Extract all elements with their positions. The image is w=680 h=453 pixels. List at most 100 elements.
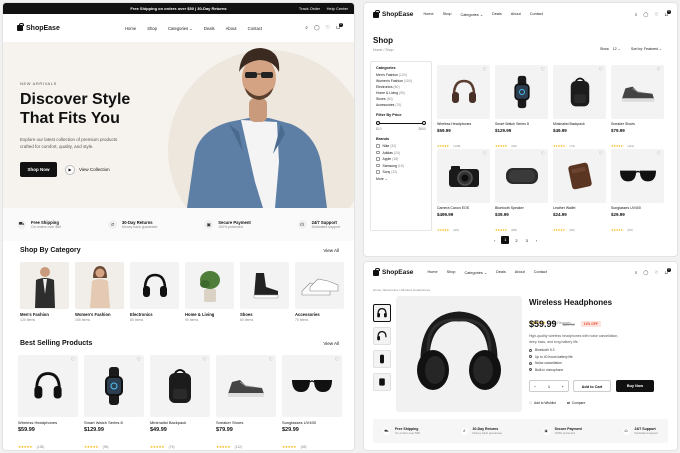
nav-contact[interactable]: Contact	[248, 26, 262, 31]
category-card-home[interactable]: Home & Living 90 items	[185, 262, 234, 322]
heart-icon[interactable]: ♡	[541, 151, 545, 157]
category-filter-item[interactable]: Electronics (80)	[376, 85, 426, 89]
heart-icon[interactable]: ♡	[599, 151, 603, 157]
track-order-link[interactable]: Track Order	[299, 6, 320, 11]
heart-icon[interactable]: ♡	[326, 25, 330, 31]
category-card-electronics[interactable]: Electronics 80 items	[130, 262, 179, 322]
product-card[interactable]: ♡ Sneaker Shoes $79.99 ★★★★★ (112)	[611, 65, 664, 152]
user-icon[interactable]: ◯	[643, 12, 648, 18]
user-icon[interactable]: ◯	[643, 270, 648, 276]
product-card[interactable]: ♡ Minimalist Backpack $49.99 ★★★★★ (74)	[150, 355, 210, 450]
heart-icon[interactable]: ♡	[483, 151, 487, 157]
heart-icon[interactable]: ♡	[599, 67, 603, 73]
minus-icon[interactable]: −	[534, 384, 536, 389]
buy-now-button[interactable]: Buy Now	[616, 380, 654, 392]
add-to-cart-button[interactable]: Add to Cart	[573, 380, 611, 392]
category-filter-item[interactable]: Women's Fashion (150)	[376, 79, 426, 83]
heart-icon[interactable]: ♡	[541, 67, 545, 73]
nav-deals[interactable]: Deals	[496, 270, 506, 275]
help-center-link[interactable]: Help Center	[327, 6, 348, 11]
nav-home[interactable]: Home	[423, 12, 433, 17]
category-card-shoes[interactable]: Shoes 60 items	[240, 262, 289, 322]
nav-shop[interactable]: Shop	[447, 270, 456, 275]
thumbnail[interactable]	[373, 327, 391, 345]
nav-home[interactable]: Home	[427, 270, 437, 275]
product-card[interactable]: ♡ Minimalist Backpack $49.99 ★★★★★ (74)	[553, 65, 606, 152]
heart-icon[interactable]: ♡	[483, 67, 487, 73]
product-card[interactable]: ♡ Sunglasses UV400 $29.99 ★★★★★ (65)	[282, 355, 342, 450]
nav-deals[interactable]: Deals	[492, 12, 502, 17]
best-selling-view-all-link[interactable]: View All	[323, 341, 339, 346]
prev-page-icon[interactable]: ‹	[494, 238, 495, 243]
thumbnail[interactable]	[373, 350, 391, 368]
search-icon[interactable]: ⌕	[305, 25, 308, 31]
nav-categories[interactable]: Categories ⌄	[464, 270, 487, 275]
product-card[interactable]: ♡ Camera Canon EOS $499.99 ★★★★★ (45)	[437, 149, 490, 236]
breadcrumb-electronics[interactable]: Electronics	[384, 288, 399, 292]
product-card[interactable]: ♡ Wireless Headphones $59.99 ★★★★★ (128)	[18, 355, 78, 450]
brand-checkbox[interactable]: Sony (12)	[376, 170, 426, 174]
breadcrumb-home[interactable]: Home	[373, 48, 382, 52]
nav-home[interactable]: Home	[125, 26, 136, 31]
more-brands-link[interactable]: More ⌄	[376, 177, 426, 181]
product-card[interactable]: ♡ Smart Watch Series 8 $129.99 ★★★★★ (96…	[495, 65, 548, 152]
product-card[interactable]: ♡ Wireless Headphones $59.99 ★★★★★ (128)	[437, 65, 490, 152]
user-icon[interactable]: ◯	[314, 25, 320, 31]
thumbnail[interactable]	[373, 373, 391, 391]
product-card[interactable]: ♡ Smart Watch Series 8 $129.99 ★★★★★ (96…	[84, 355, 144, 450]
shop-now-button[interactable]: Shop Now	[20, 162, 57, 177]
heart-icon[interactable]: ♡	[335, 357, 339, 363]
heart-icon[interactable]: ♡	[654, 12, 658, 18]
category-card-mens[interactable]: Men's Fashion 120 items	[20, 262, 69, 322]
search-icon[interactable]: ⌕	[635, 270, 638, 276]
product-card[interactable]: ♡ Sunglasses UV400 $29.99 ★★★★★ (65)	[611, 149, 664, 236]
category-filter-item[interactable]: Men's Fashion (120)	[376, 73, 426, 77]
brand-checkbox[interactable]: Apple (18)	[376, 157, 426, 161]
wishlist-link[interactable]: ♡ Add to Wishlist	[529, 401, 556, 405]
cart-icon[interactable]: ⊔ 0	[664, 267, 671, 276]
nav-categories[interactable]: Categories ⌄	[168, 26, 193, 31]
price-slider-min-handle[interactable]	[376, 121, 380, 125]
heart-icon[interactable]: ♡	[657, 67, 661, 73]
cart-icon[interactable]: ⊔ 0	[664, 9, 671, 18]
brand-checkbox[interactable]: Samsung (15)	[376, 164, 426, 168]
brand-checkbox[interactable]: Adidas (24)	[376, 151, 426, 155]
quantity-stepper[interactable]: − 1 +	[529, 380, 569, 392]
brand-logo[interactable]: ShopEase	[373, 267, 413, 276]
price-range-slider[interactable]	[376, 121, 426, 125]
category-filter-item[interactable]: Home & Living (90)	[376, 91, 426, 95]
brand-logo[interactable]: ShopEase	[17, 23, 60, 32]
page-3[interactable]: 3	[526, 238, 528, 243]
nav-about[interactable]: About	[226, 26, 237, 31]
sort-select[interactable]: Sort by: Featured ⌄	[631, 47, 662, 51]
nav-categories[interactable]: Categories ⌄	[460, 12, 483, 17]
plus-icon[interactable]: +	[562, 384, 564, 389]
search-icon[interactable]: ⌕	[635, 12, 638, 18]
page-1[interactable]: 1	[501, 236, 510, 244]
heart-icon[interactable]: ♡	[71, 357, 75, 363]
show-select[interactable]: Show 12 ⌄	[600, 47, 621, 51]
nav-about[interactable]: About	[511, 12, 521, 17]
brand-checkbox[interactable]: Nike (32)	[376, 144, 426, 148]
brand-logo[interactable]: ShopEase	[373, 9, 413, 18]
category-card-womens[interactable]: Women's Fashion 150 items	[75, 262, 124, 322]
nav-shop[interactable]: Shop	[147, 26, 157, 31]
product-card[interactable]: ♡ Sneaker Shoes $79.99 ★★★★★ (112)	[216, 355, 276, 450]
page-2[interactable]: 2	[515, 238, 517, 243]
product-card[interactable]: ♡ Bluetooth Speaker $39.99 ★★★★★ (88)	[495, 149, 548, 236]
heart-icon[interactable]: ♡	[657, 151, 661, 157]
thumbnail[interactable]	[373, 304, 391, 322]
nav-deals[interactable]: Deals	[204, 26, 215, 31]
product-card[interactable]: ♡ Leather Wallet $24.99 ★★★★★ (60)	[553, 149, 606, 236]
next-page-icon[interactable]: ›	[536, 238, 537, 243]
category-filter-item[interactable]: Accessories (70)	[376, 103, 426, 107]
nav-shop[interactable]: Shop	[443, 12, 452, 17]
nav-about[interactable]: About	[515, 270, 525, 275]
category-view-all-link[interactable]: View All	[323, 248, 339, 253]
cart-icon[interactable]: ⊔ 0	[336, 23, 343, 31]
category-filter-item[interactable]: Shoes (60)	[376, 97, 426, 101]
heart-icon[interactable]: ♡	[269, 357, 273, 363]
heart-icon[interactable]: ♡	[137, 357, 141, 363]
compare-link[interactable]: ⇄ Compare	[567, 401, 585, 405]
heart-icon[interactable]: ♡	[203, 357, 207, 363]
